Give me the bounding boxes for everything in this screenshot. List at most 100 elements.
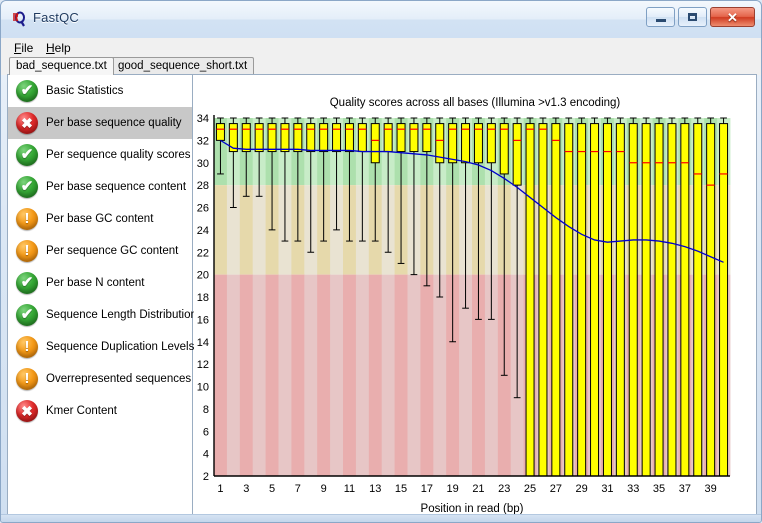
fastqc-window: FastQC ✕ File Help bad_sequence.txt good…	[0, 0, 762, 523]
status-pass-icon: ✔	[16, 144, 38, 166]
status-warn-icon: !	[16, 368, 38, 390]
sidebar-item-overrepresented-sequences[interactable]: ! Overrepresented sequences	[8, 363, 192, 395]
window-title: FastQC	[33, 10, 79, 25]
y-tick-label: 2	[203, 471, 209, 483]
tab-good-sequence-short-label: good_sequence_short.txt	[118, 60, 248, 72]
status-warn-icon: !	[16, 208, 38, 230]
sidebar-item-label: Per base sequence content	[46, 181, 187, 193]
x-tick-label: 29	[576, 483, 588, 495]
x-tick-label: 9	[321, 483, 327, 495]
sidebar-item-label: Per sequence quality scores	[46, 149, 191, 161]
sidebar-item-per-base-sequence-quality[interactable]: ✖ Per base sequence quality	[8, 107, 192, 139]
status-warn-icon: !	[16, 240, 38, 262]
per-base-quality-boxplot: 2468101214161820222426283032341 3 5 7 9 11 13 1…	[197, 113, 731, 515]
exclamation-icon: !	[24, 242, 30, 259]
status-pass-icon: ✔	[16, 304, 38, 326]
sidebar-item-sequence-duplication-levels[interactable]: ! Sequence Duplication Levels	[8, 331, 195, 363]
x-tick-label: 33	[627, 483, 639, 495]
y-tick-label: 34	[197, 113, 209, 125]
sidebar-item-kmer-content[interactable]: ✖ Kmer Content	[8, 395, 192, 427]
x-tick-label: 23	[498, 483, 510, 495]
y-tick-label: 26	[197, 203, 209, 215]
y-tick-label: 6	[203, 426, 209, 438]
menu-bar: File Help	[1, 38, 761, 58]
tab-bad-sequence-label: bad_sequence.txt	[16, 60, 107, 72]
maximize-icon	[688, 13, 697, 21]
menu-help-mnemonic: H	[46, 41, 55, 55]
sidebar-item-label: Kmer Content	[46, 405, 117, 417]
tab-bad-sequence[interactable]: bad_sequence.txt	[9, 57, 114, 75]
x-tick-label: 31	[601, 483, 613, 495]
check-icon: ✔	[20, 178, 34, 195]
sidebar-item-label: Sequence Length Distribution	[46, 309, 197, 321]
sidebar-item-per-sequence-gc-content[interactable]: ! Per sequence GC content	[8, 235, 192, 267]
y-tick-label: 32	[197, 135, 209, 147]
content-panel: ✔ Basic Statistics ✖ Per base sequence q…	[7, 74, 757, 516]
y-tick-label: 20	[197, 270, 209, 282]
y-tick-label: 16	[197, 314, 209, 326]
status-pass-icon: ✔	[16, 80, 38, 102]
y-tick-label: 12	[197, 359, 209, 371]
y-tick-label: 14	[197, 337, 209, 349]
sidebar-item-per-base-gc-content[interactable]: ! Per base GC content	[8, 203, 192, 235]
exclamation-icon: !	[24, 370, 30, 387]
sidebar-item-label: Per sequence GC content	[46, 245, 179, 257]
close-button[interactable]: ✕	[710, 7, 755, 27]
sidebar-item-label: Per base GC content	[46, 213, 154, 225]
check-icon: ✔	[20, 274, 34, 291]
y-tick-label: 8	[203, 404, 209, 416]
menu-help-rest: elp	[54, 41, 71, 55]
sidebar-item-sequence-length-distribution[interactable]: ✔ Sequence Length Distribution	[8, 299, 197, 331]
fastqc-logo-icon	[10, 10, 28, 28]
sidebar-item-per-sequence-quality-scores[interactable]: ✔ Per sequence quality scores	[8, 139, 192, 171]
status-warn-icon: !	[16, 336, 38, 358]
menu-file-rest: ile	[21, 41, 34, 55]
status-bar	[1, 514, 761, 522]
y-tick-label: 24	[197, 225, 209, 237]
window-controls: ✕	[646, 7, 755, 27]
sidebar-item-per-base-sequence-content[interactable]: ✔ Per base sequence content	[8, 171, 192, 203]
y-tick-label: 18	[197, 292, 209, 304]
exclamation-icon: !	[24, 338, 30, 355]
sidebar-item-label: Basic Statistics	[46, 85, 124, 97]
cross-icon: ✖	[21, 115, 33, 131]
x-tick-label: 39	[705, 483, 717, 495]
title-bar: FastQC ✕	[1, 1, 761, 39]
x-tick-label: 35	[653, 483, 665, 495]
minimize-button[interactable]	[646, 7, 675, 27]
sidebar-item-label: Sequence Duplication Levels	[46, 341, 195, 353]
tab-good-sequence-short[interactable]: good_sequence_short.txt	[111, 57, 255, 74]
x-tick-label: 25	[524, 483, 536, 495]
x-tick-label: 27	[550, 483, 562, 495]
check-icon: ✔	[20, 306, 34, 323]
x-tick-label: 37	[679, 483, 691, 495]
sidebar-item-per-base-n-content[interactable]: ✔ Per base N content	[8, 267, 192, 299]
check-icon: ✔	[20, 146, 34, 163]
status-fail-icon: ✖	[16, 112, 38, 134]
exclamation-icon: !	[24, 210, 30, 227]
module-list[interactable]: ✔ Basic Statistics ✖ Per base sequence q…	[8, 75, 197, 515]
menu-help[interactable]: Help	[41, 40, 76, 56]
check-icon: ✔	[20, 82, 34, 99]
minimize-icon	[655, 18, 666, 22]
sidebar-item-label: Overrepresented sequences	[46, 373, 192, 385]
sidebar-item-basic-statistics[interactable]: ✔ Basic Statistics	[8, 75, 192, 107]
y-tick-label: 10	[197, 382, 209, 394]
y-tick-label: 4	[203, 449, 209, 461]
menu-file[interactable]: File	[9, 40, 38, 56]
x-tick-label: 17	[421, 483, 433, 495]
status-pass-icon: ✔	[16, 272, 38, 294]
x-tick-label: 19	[447, 483, 459, 495]
y-tick-label: 28	[197, 180, 209, 192]
y-tick-label: 22	[197, 247, 209, 259]
sidebar-item-label: Per base sequence quality	[46, 117, 182, 129]
x-tick-label: 3	[243, 483, 249, 495]
x-tick-label: 13	[369, 483, 381, 495]
sidebar-item-label: Per base N content	[46, 277, 145, 289]
y-tick-label: 30	[197, 158, 209, 170]
x-tick-label: 21	[472, 483, 484, 495]
maximize-button[interactable]	[678, 7, 707, 27]
plot-panel: Quality scores across all bases (Illumin…	[194, 75, 756, 515]
tab-strip: bad_sequence.txt good_sequence_short.txt	[1, 57, 761, 75]
x-tick-label: 5	[269, 483, 275, 495]
